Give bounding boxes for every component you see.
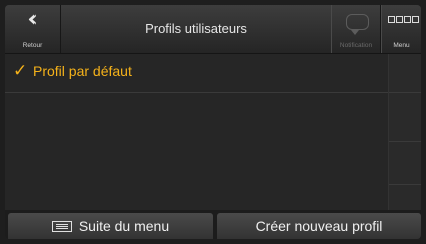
- list-item[interactable]: ✓ Profil par défaut: [5, 54, 388, 93]
- menu-button[interactable]: Menu: [381, 5, 421, 53]
- header-bar: ‹‹ Retour Profils utilisateurs Notificat…: [5, 5, 421, 54]
- app-window: ‹‹ Retour Profils utilisateurs Notificat…: [5, 5, 421, 239]
- back-chevron-icon: ‹‹: [27, 7, 38, 32]
- more-menu-button[interactable]: Suite du menu: [8, 213, 213, 239]
- profile-label: Profil par défaut: [33, 63, 132, 79]
- menu-label: Menu: [393, 42, 410, 49]
- footer-bar: Suite du menu Créer nouveau profil: [5, 210, 421, 239]
- profile-list: ✓ Profil par défaut: [5, 54, 388, 210]
- more-menu-label: Suite du menu: [78, 218, 170, 234]
- scroll-down-area[interactable]: [389, 142, 421, 185]
- scroll-up-area[interactable]: [389, 54, 421, 93]
- list-menu-icon: [51, 221, 72, 232]
- scrollbar[interactable]: [388, 54, 421, 210]
- create-profile-label: Créer nouveau profil: [255, 218, 383, 234]
- page-title: Profils utilisateurs: [145, 21, 247, 36]
- scroll-track[interactable]: [389, 93, 421, 142]
- create-profile-button[interactable]: Créer nouveau profil: [217, 213, 421, 239]
- speech-bubble-icon: [346, 14, 369, 35]
- checkmark-icon: ✓: [13, 61, 28, 81]
- notification-label: Notification: [339, 42, 373, 49]
- back-label: Retour: [22, 42, 43, 49]
- back-button[interactable]: ‹‹ Retour: [5, 5, 61, 53]
- menu-squares-icon: [388, 16, 420, 23]
- notification-button[interactable]: Notification: [331, 5, 381, 53]
